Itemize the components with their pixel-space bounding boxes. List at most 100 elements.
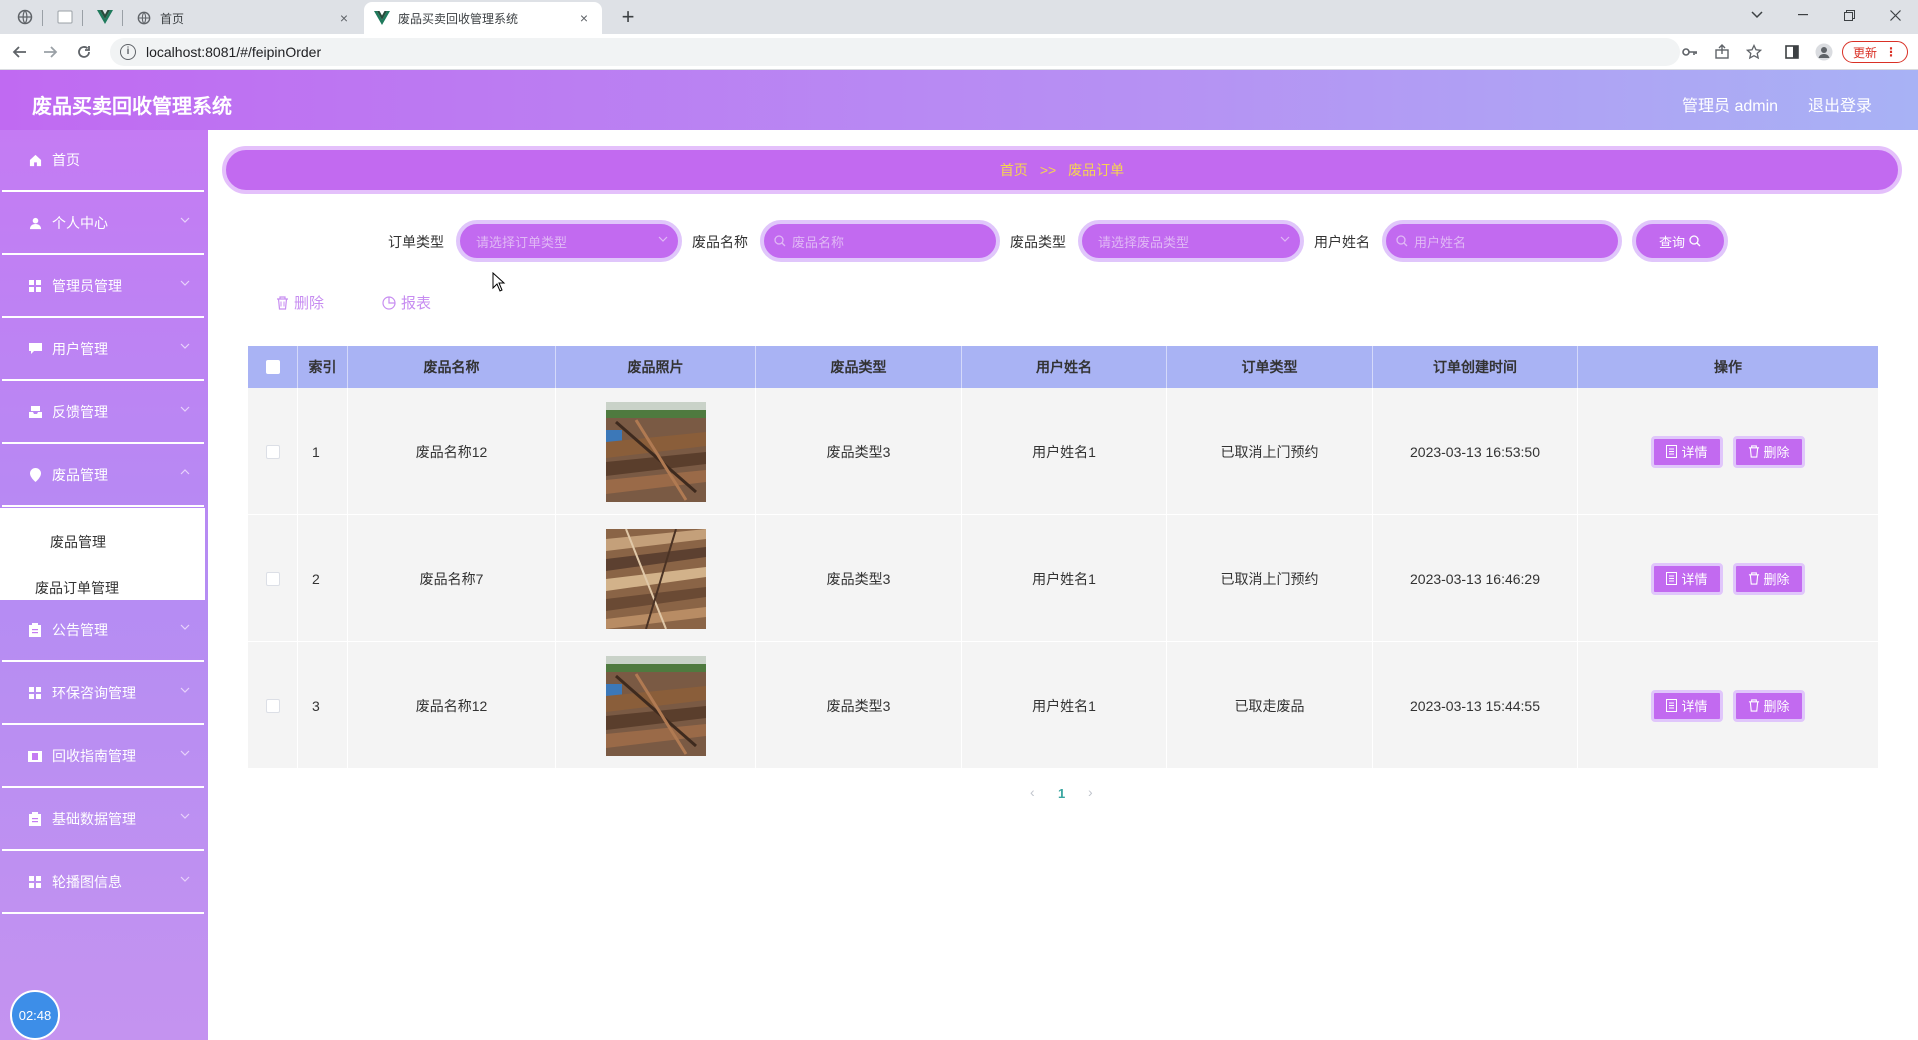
submenu-item-waste-order[interactable]: 废品订单管理 xyxy=(35,578,119,598)
more-menu-icon[interactable]: ⋮ xyxy=(1885,45,1897,59)
waste-name-input[interactable]: 废品名称 xyxy=(760,220,1000,262)
waste-photo[interactable] xyxy=(605,401,706,502)
sidebar-item-feedback[interactable]: 反馈管理 xyxy=(2,382,204,444)
index-cell: 1 xyxy=(298,388,348,515)
user-name-cell: 用户姓名1 xyxy=(962,515,1167,642)
breadcrumb-separator: >> xyxy=(1039,162,1057,178)
new-tab-button[interactable]: + xyxy=(614,4,642,32)
detail-label: 详情 xyxy=(1681,699,1708,714)
info-icon[interactable]: i xyxy=(120,44,136,60)
submenu-item-waste[interactable]: 废品管理 xyxy=(50,532,106,552)
breadcrumb-home[interactable]: 首页 xyxy=(1000,160,1028,180)
sidebar-item-base-data[interactable]: 基础数据管理 xyxy=(2,789,204,851)
row-checkbox[interactable] xyxy=(265,698,280,713)
waste-photo[interactable] xyxy=(605,528,706,629)
detail-button[interactable]: 详情 xyxy=(1651,562,1723,595)
sidebar-item-notice[interactable]: 公告管理 xyxy=(2,600,204,662)
pinned-tab-blank[interactable] xyxy=(54,6,76,28)
vue-logo-icon xyxy=(374,11,390,25)
sidebar-item-label: 基础数据管理 xyxy=(52,811,136,827)
user-name-input[interactable]: 用户姓名 xyxy=(1382,220,1622,262)
delete-button[interactable]: 删除 xyxy=(1732,562,1805,595)
restore-icon[interactable] xyxy=(1826,0,1872,30)
prev-page-icon[interactable]: ‹ xyxy=(1030,784,1035,800)
sidebar-item-users[interactable]: 用户管理 xyxy=(2,319,204,381)
sidebar-item-label: 回收指南管理 xyxy=(52,748,136,764)
row-checkbox[interactable] xyxy=(265,571,280,586)
report-button[interactable]: 报表 xyxy=(382,292,431,313)
row-select-cell xyxy=(248,642,298,769)
share-icon[interactable] xyxy=(1712,42,1732,62)
created-time-cell: 2023-03-13 16:53:50 xyxy=(1373,388,1578,515)
bookmark-star-icon[interactable] xyxy=(1744,42,1764,62)
bulk-delete-button[interactable]: 删除 xyxy=(276,292,324,313)
pinned-tab-globe[interactable] xyxy=(14,6,36,28)
tab-search-icon[interactable] xyxy=(1734,0,1780,30)
side-panel-icon[interactable] xyxy=(1782,42,1802,62)
detail-button[interactable]: 详情 xyxy=(1651,435,1723,468)
sidebar-item-profile[interactable]: 个人中心 xyxy=(2,193,204,255)
sidebar-item-carousel[interactable]: 轮播图信息 xyxy=(2,852,204,914)
update-button[interactable]: 更新 ⋮ xyxy=(1842,41,1908,63)
index-cell: 3 xyxy=(298,642,348,769)
page-icon xyxy=(57,10,73,24)
pinned-tab-vue[interactable] xyxy=(94,6,116,28)
sidebar-item-admin[interactable]: 管理员管理 xyxy=(2,256,204,318)
column-header: 废品类型 xyxy=(756,346,962,388)
sidebar-item-guide[interactable]: 回收指南管理 xyxy=(2,726,204,788)
sidebar-item-home[interactable]: 首页 xyxy=(2,130,204,192)
mouse-cursor-icon xyxy=(492,272,506,292)
clock-widget: 02:48 xyxy=(10,990,60,1040)
row-checkbox[interactable] xyxy=(265,444,280,459)
column-header: 废品名称 xyxy=(348,346,556,388)
profile-avatar-icon[interactable] xyxy=(1814,42,1834,62)
sidebar-item-label: 环保咨询管理 xyxy=(52,685,136,701)
select-all-checkbox[interactable] xyxy=(265,360,280,374)
user-name-label: 用户姓名 xyxy=(1314,234,1370,250)
order-type-cell: 已取消上门预约 xyxy=(1167,515,1373,642)
sidebar: 首页 个人中心 管理员管理 用户管理 反馈管理 废品管理 废品管理 废品订单管理… xyxy=(0,130,208,1040)
tab-close-icon[interactable]: × xyxy=(336,10,352,26)
grid-icon xyxy=(28,875,42,889)
page-number[interactable]: 1 xyxy=(1058,786,1065,801)
globe-icon xyxy=(17,9,33,25)
key-icon[interactable] xyxy=(1680,42,1700,62)
detail-button[interactable]: 详情 xyxy=(1651,689,1723,722)
app-title: 废品买卖回收管理系统 xyxy=(32,96,232,118)
sidebar-item-eco-consult[interactable]: 环保咨询管理 xyxy=(2,663,204,725)
created-time-cell: 2023-03-13 16:46:29 xyxy=(1373,515,1578,642)
grid-icon xyxy=(28,279,42,293)
address-bar: i localhost:8081/#/feipinOrder xyxy=(0,34,1918,70)
delete-button[interactable]: 删除 xyxy=(1732,689,1805,722)
reload-icon[interactable] xyxy=(72,40,96,64)
waste-type-cell: 废品类型3 xyxy=(756,642,962,769)
chevron-down-icon xyxy=(1280,236,1290,242)
waste-name-label: 废品名称 xyxy=(692,234,748,250)
chevron-down-icon xyxy=(180,624,190,630)
waste-type-select[interactable]: 请选择废品类型 xyxy=(1078,220,1304,262)
waste-photo[interactable] xyxy=(605,655,706,756)
update-label: 更新 xyxy=(1852,45,1877,60)
query-button[interactable]: 查询 xyxy=(1632,220,1728,262)
photo-cell xyxy=(556,642,756,769)
url-input[interactable]: i localhost:8081/#/feipinOrder xyxy=(110,38,1680,66)
globe-icon xyxy=(137,11,151,25)
order-type-select[interactable]: 请选择订单类型 xyxy=(456,220,682,262)
minimize-icon[interactable] xyxy=(1780,0,1826,30)
close-window-icon[interactable] xyxy=(1872,0,1918,30)
sidebar-item-waste[interactable]: 废品管理 xyxy=(2,445,204,507)
row-select-cell xyxy=(248,515,298,642)
chevron-down-icon xyxy=(180,813,190,819)
tab-close-icon[interactable]: × xyxy=(576,10,592,26)
tab-home[interactable]: 首页 × xyxy=(126,2,362,34)
back-icon[interactable] xyxy=(8,40,32,64)
chevron-down-icon xyxy=(180,217,190,223)
detail-label: 详情 xyxy=(1681,445,1708,460)
logout-link[interactable]: 退出登录 xyxy=(1808,92,1872,116)
photo-cell xyxy=(556,515,756,642)
next-page-icon[interactable]: › xyxy=(1088,784,1093,800)
sidebar-item-label: 废品管理 xyxy=(52,467,108,483)
forward-icon[interactable] xyxy=(38,40,62,64)
delete-button[interactable]: 删除 xyxy=(1732,435,1805,468)
tab-active[interactable]: 废品买卖回收管理系统 × xyxy=(364,2,602,34)
